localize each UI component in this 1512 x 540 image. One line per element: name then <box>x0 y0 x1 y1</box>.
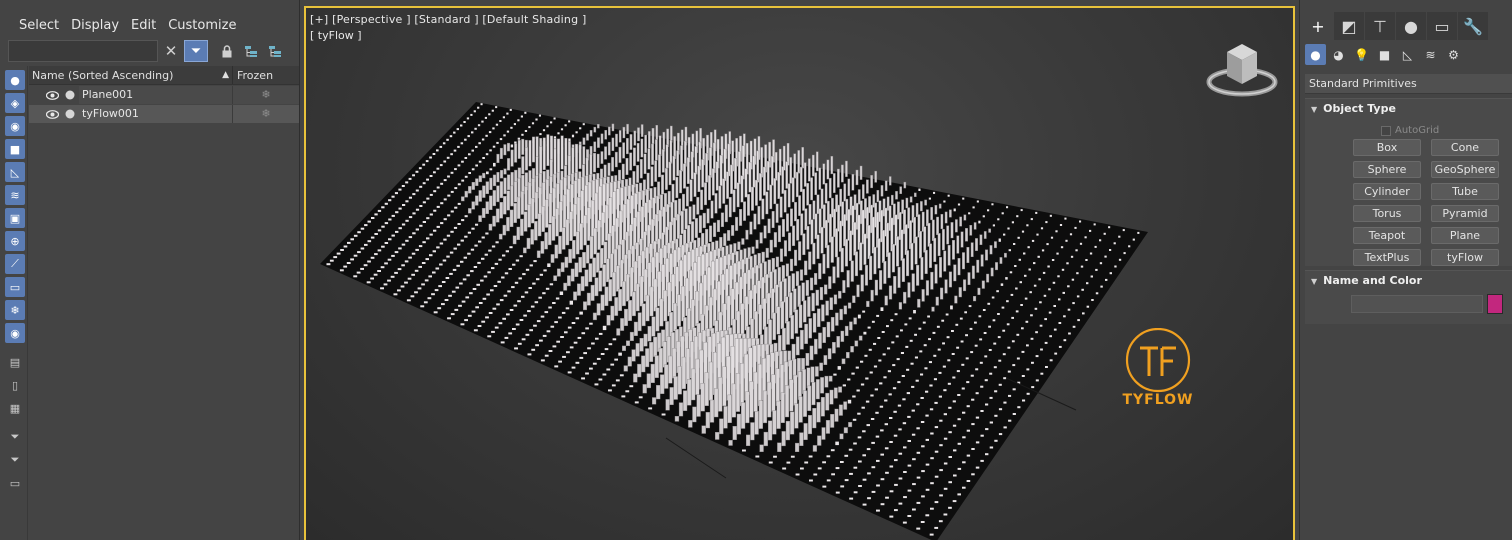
shapes-icon[interactable]: ◕ <box>1328 44 1349 65</box>
menu-display[interactable]: Display <box>71 12 131 40</box>
command-panel-tabs: + ◩ ⊤ ● ▭ 🔧 <box>1303 12 1489 40</box>
sphere-button[interactable]: Sphere <box>1353 161 1421 178</box>
display-filter-strip: ● ◈ ◉ ■ ◺ ≋ ▣ ⊕ ⟋ ▭ ❄ ◉ ▤ ▯ ▦ ⏷ ⏷ ▭ <box>0 66 28 540</box>
frozen-icon[interactable]: ❄ <box>233 105 299 123</box>
sphere-icon[interactable]: ● <box>5 70 25 90</box>
display-icon[interactable]: ▭ <box>1427 12 1458 40</box>
name-color-rollout: ▼ Name and Color <box>1305 270 1512 324</box>
camera-icon[interactable]: ■ <box>5 139 25 159</box>
tube-button[interactable]: Tube <box>1431 183 1499 200</box>
tree-header: Name (Sorted Ascending) ▲ Frozen <box>29 66 299 85</box>
tree-row[interactable]: tyFlow001 ❄ <box>29 105 299 123</box>
layer-list-icon[interactable]: ▤ <box>5 352 25 372</box>
group-icon[interactable]: ▣ <box>5 208 25 228</box>
utilities-icon[interactable]: 🔧 <box>1458 12 1489 40</box>
geometry-icon[interactable]: ● <box>1305 44 1326 65</box>
hierarchy-collapse-icon[interactable] <box>264 40 286 62</box>
cone-button[interactable]: Cone <box>1431 139 1499 156</box>
spacewarps-icon[interactable]: ≋ <box>1420 44 1441 65</box>
row-name: tyFlow001 <box>79 105 233 123</box>
plane-button[interactable]: Plane <box>1431 227 1499 244</box>
box-button[interactable]: Box <box>1353 139 1421 156</box>
cylinder-button[interactable]: Cylinder <box>1353 183 1421 200</box>
explorer-menubar: Select Display Edit Customize <box>0 12 248 40</box>
filter-icon[interactable]: ⏷ <box>5 450 25 470</box>
object-type-icon <box>65 90 75 100</box>
object-type-icon <box>65 109 75 119</box>
column-header-frozen[interactable]: Frozen <box>233 66 299 84</box>
eye-icon[interactable] <box>46 109 59 119</box>
perspective-viewport[interactable]: [+] [Perspective ] [Standard ] [Default … <box>304 6 1295 540</box>
autogrid-checkbox[interactable]: AutoGrid <box>1381 125 1439 136</box>
helpers-icon[interactable]: ◺ <box>1397 44 1418 65</box>
frozen-icon[interactable]: ❄ <box>5 300 25 320</box>
object-type-title: Object Type <box>1323 102 1396 115</box>
menu-customize[interactable]: Customize <box>168 12 248 40</box>
cameras-icon[interactable]: ■ <box>1374 44 1395 65</box>
shapes-icon[interactable]: ◈ <box>5 93 25 113</box>
tyflow-button[interactable]: tyFlow <box>1431 249 1499 266</box>
modify-icon[interactable]: ◩ <box>1334 12 1365 40</box>
viewport-scene <box>320 102 1148 540</box>
viewcube-icon[interactable] <box>1201 38 1283 104</box>
autogrid-label: AutoGrid <box>1395 125 1440 136</box>
helper-icon[interactable]: ◺ <box>5 162 25 182</box>
column-header-name[interactable]: Name (Sorted Ascending) ▲ <box>29 66 233 84</box>
viewport-sublabel[interactable]: [ tyFlow ] <box>310 29 362 42</box>
create-icon[interactable]: + <box>1303 12 1334 40</box>
viewport-label[interactable]: [+] [Perspective ] [Standard ] [Default … <box>310 13 586 26</box>
textplus-button[interactable]: TextPlus <box>1353 249 1421 266</box>
row-icons <box>29 105 79 123</box>
scene-tree: Name (Sorted Ascending) ▲ Frozen Plane00… <box>29 66 299 123</box>
app-root: Select Display Edit Customize ✕ ⏷ ● ◈ ◉ ■ ◺ ≋… <box>0 0 1512 540</box>
motion-icon[interactable]: ● <box>1396 12 1427 40</box>
hierarchy-icon[interactable]: ⊤ <box>1365 12 1396 40</box>
filter-lock-icon[interactable]: ⏷ <box>5 427 25 447</box>
container-icon[interactable]: ▭ <box>5 277 25 297</box>
frozen-icon[interactable]: ❄ <box>233 86 299 104</box>
name-color-title: Name and Color <box>1323 274 1422 287</box>
lock-icon[interactable] <box>216 40 238 62</box>
teapot-button[interactable]: Teapot <box>1353 227 1421 244</box>
column-name-label: Name (Sorted Ascending) <box>32 69 174 82</box>
bone-icon[interactable]: ⟋ <box>5 254 25 274</box>
spacewarp-icon[interactable]: ≋ <box>5 185 25 205</box>
tyflow-watermark: TYFLOW <box>1122 392 1194 408</box>
row-icons <box>29 86 79 104</box>
object-color-swatch[interactable] <box>1487 294 1503 314</box>
blank-icon[interactable]: ▯ <box>5 375 25 395</box>
torus-button[interactable]: Torus <box>1353 205 1421 222</box>
geosphere-button[interactable]: GeoSphere <box>1431 161 1499 178</box>
pyramid-button[interactable]: Pyramid <box>1431 205 1499 222</box>
object-type-rollout: ▼ Object Type AutoGrid Box Cone Sphere GeoSp… <box>1305 98 1512 266</box>
filter-toggle-icon[interactable]: ⏷ <box>184 40 208 62</box>
command-panel: + ◩ ⊤ ● ▭ 🔧 ● ◕ 💡 ■ ◺ ≋ ⚙ Standard Primitives ▼ Obje… <box>1299 0 1512 540</box>
scene-explorer: Select Display Edit Customize ✕ ⏷ ● ◈ ◉ ■ ◺ ≋… <box>0 0 300 540</box>
tree-row[interactable]: Plane001 ❄ <box>29 86 299 104</box>
menu-select[interactable]: Select <box>0 12 71 40</box>
sort-ascending-icon: ▲ <box>222 70 229 80</box>
light-icon[interactable]: ◉ <box>5 116 25 136</box>
object-type-header[interactable]: ▼ Object Type <box>1305 99 1512 119</box>
eye-icon[interactable]: ◉ <box>5 323 25 343</box>
name-color-header[interactable]: ▼ Name and Color <box>1305 271 1512 291</box>
object-name-field[interactable] <box>1351 295 1483 313</box>
xref-icon[interactable]: ⊕ <box>5 231 25 251</box>
eye-icon[interactable] <box>46 90 59 100</box>
hierarchy-expand-icon[interactable] <box>240 40 262 62</box>
primitive-type-dropdown[interactable]: Standard Primitives <box>1305 74 1512 94</box>
container-box-icon[interactable]: ▭ <box>5 473 25 493</box>
menu-edit[interactable]: Edit <box>131 12 168 40</box>
primitive-buttons: Box Cone Sphere GeoSphere Cylinder Tube Torus P… <box>1353 139 1499 266</box>
category-row: ● ◕ 💡 ■ ◺ ≋ ⚙ <box>1305 44 1464 65</box>
systems-icon[interactable]: ⚙ <box>1443 44 1464 65</box>
row-name: Plane001 <box>79 86 233 104</box>
page-icon[interactable]: ▦ <box>5 398 25 418</box>
search-input[interactable] <box>8 40 158 62</box>
lights-icon[interactable]: 💡 <box>1351 44 1372 65</box>
clear-search-icon[interactable]: ✕ <box>160 40 182 62</box>
